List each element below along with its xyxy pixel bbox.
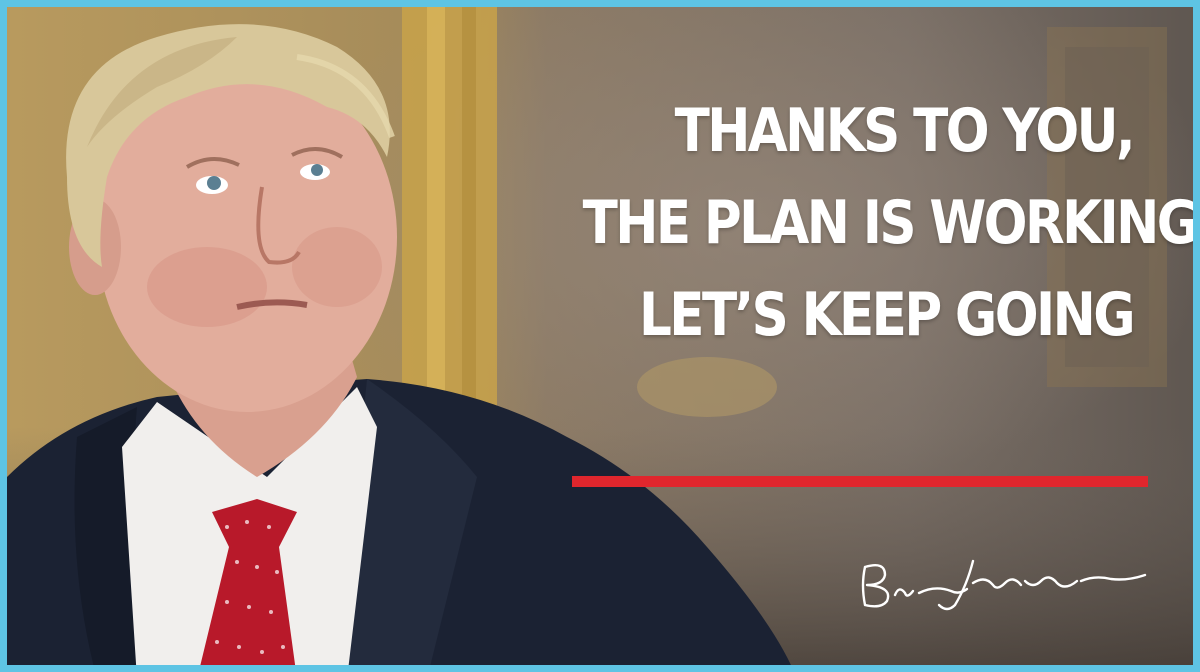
- handwritten-signature: [861, 559, 1147, 611]
- headline-line-3: LET’S KEEP GOING: [638, 280, 1136, 350]
- headline-line-1: THANKS TO YOU,: [674, 96, 1136, 166]
- red-accent-rule: [572, 476, 1148, 487]
- promo-graphic: THANKS TO YOU, THE PLAN IS WORKING. LET’…: [0, 0, 1200, 672]
- headline: THANKS TO YOU, THE PLAN IS WORKING. LET’…: [493, 85, 1200, 361]
- headline-line-2: THE PLAN IS WORKING.: [582, 188, 1200, 258]
